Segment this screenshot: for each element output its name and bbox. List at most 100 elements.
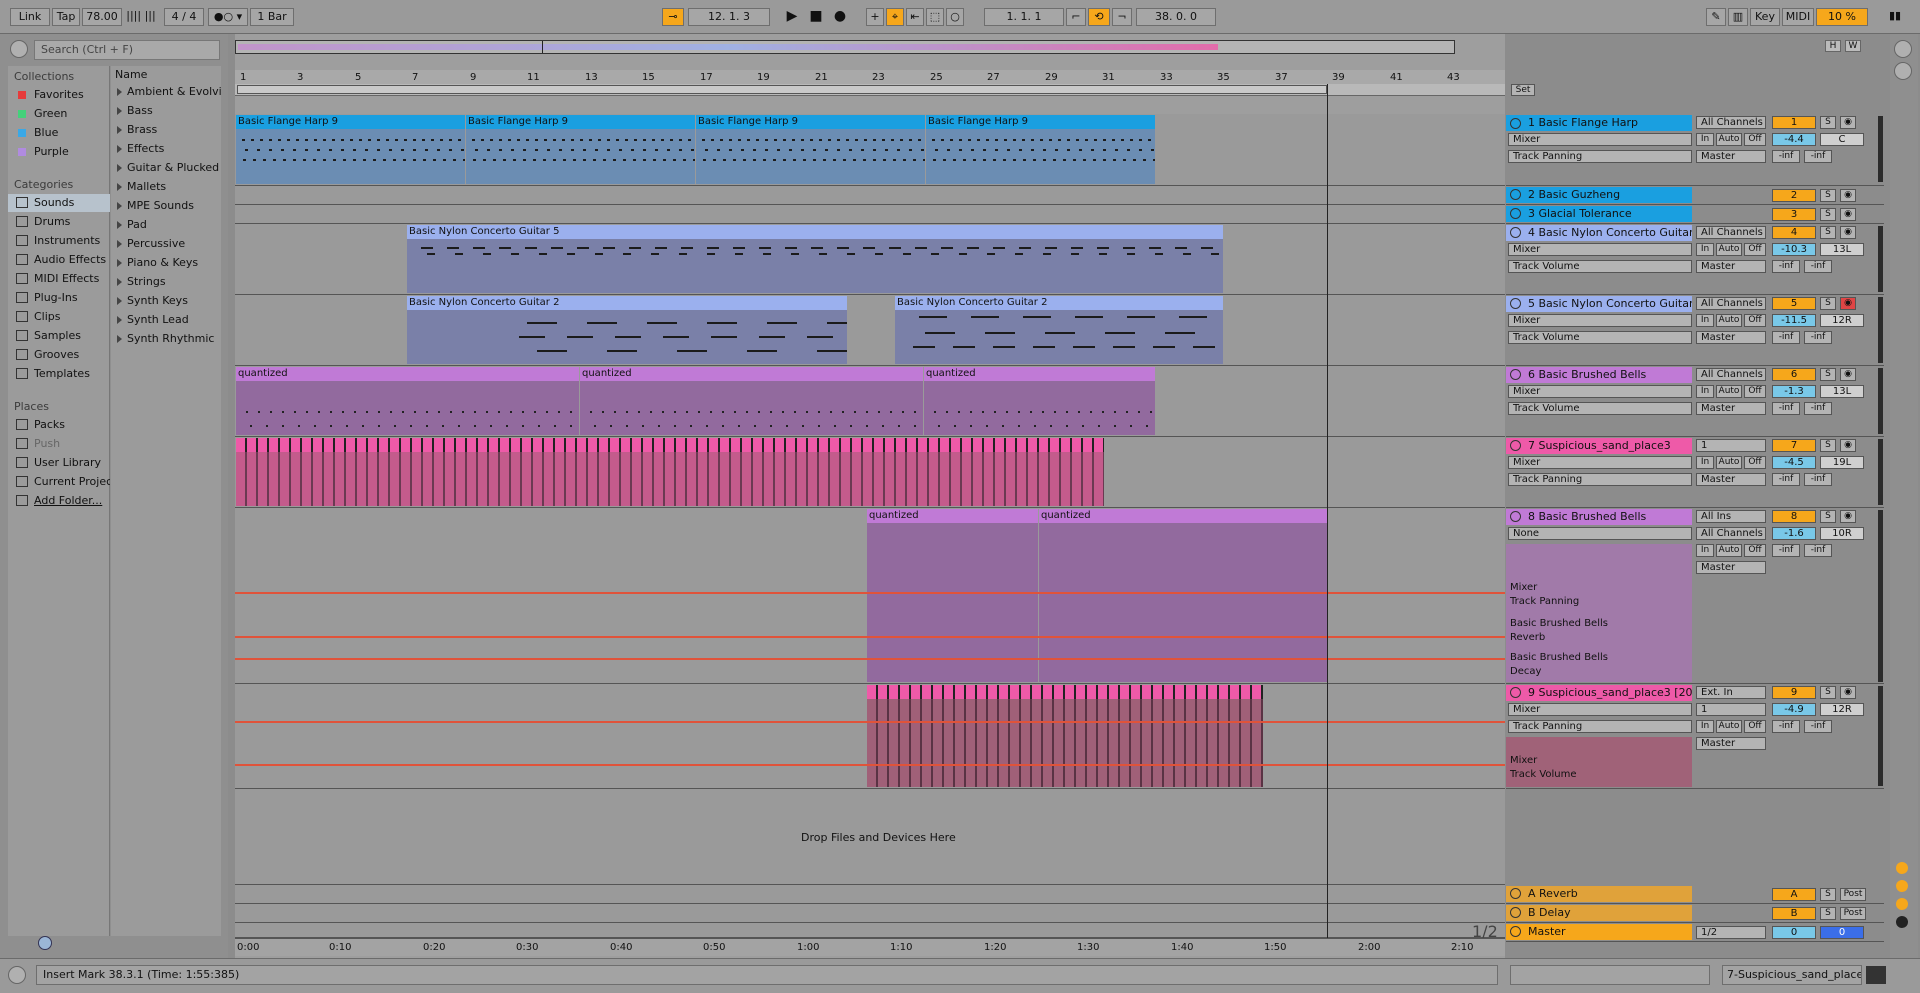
monitor-off[interactable]: Off bbox=[1744, 133, 1766, 146]
loop-region[interactable] bbox=[237, 85, 1327, 94]
category-samples[interactable]: Samples bbox=[8, 327, 110, 345]
time-signature[interactable]: 4 / 4 bbox=[164, 8, 204, 26]
lane-track-4[interactable]: Basic Nylon Concerto Guitar 5 bbox=[235, 224, 1505, 295]
monitor-auto[interactable]: Auto bbox=[1716, 385, 1742, 398]
collection-green[interactable]: Green bbox=[8, 105, 110, 123]
audio-clips[interactable] bbox=[236, 438, 1104, 506]
fold-icon[interactable] bbox=[1510, 227, 1521, 238]
list-item[interactable]: Mallets bbox=[111, 177, 221, 196]
list-item[interactable]: Percussive bbox=[111, 234, 221, 253]
overdub-icon[interactable]: + bbox=[866, 8, 884, 26]
list-item[interactable]: Synth Lead bbox=[111, 310, 221, 329]
solo-button[interactable]: S bbox=[1820, 686, 1836, 699]
output-routing[interactable]: Master bbox=[1696, 561, 1766, 574]
post-button[interactable]: Post bbox=[1840, 907, 1866, 920]
track-title[interactable]: 5 Basic Nylon Concerto Guitar bbox=[1506, 296, 1692, 312]
beat-ruler[interactable]: 1 3 5 7 9 11 13 15 17 19 21 23 25 27 29 … bbox=[235, 70, 1505, 84]
play-icon[interactable]: ▶ bbox=[784, 8, 800, 26]
loop-length[interactable]: 38. 0. 0 bbox=[1136, 8, 1216, 26]
category-drums[interactable]: Drums bbox=[8, 213, 110, 231]
mixer-visibility-icon[interactable] bbox=[1896, 898, 1908, 910]
list-item[interactable]: Strings bbox=[111, 272, 221, 291]
midi-clip[interactable]: quantized bbox=[236, 367, 579, 435]
volume-field[interactable]: 0 bbox=[1772, 926, 1816, 939]
arm-icon[interactable]: ◉ bbox=[1840, 439, 1856, 452]
input-channel[interactable]: All Channels bbox=[1696, 527, 1766, 540]
link-button[interactable]: Link bbox=[10, 8, 50, 26]
place-packs[interactable]: Packs bbox=[8, 416, 110, 434]
category-instruments[interactable]: Instruments bbox=[8, 232, 110, 250]
track-title[interactable]: 6 Basic Brushed Bells bbox=[1506, 367, 1692, 383]
capture-icon[interactable]: ⬚ bbox=[926, 8, 944, 26]
arm-icon[interactable]: ◉ bbox=[1840, 189, 1856, 202]
track-activator[interactable]: 7 bbox=[1772, 439, 1816, 452]
parameter-chooser[interactable]: Track Panning bbox=[1508, 720, 1692, 733]
set-button[interactable]: Set bbox=[1511, 84, 1535, 96]
drop-area[interactable]: Drop Files and Devices Here bbox=[235, 789, 1505, 885]
track-title[interactable]: 2 Basic Guzheng bbox=[1506, 187, 1692, 203]
list-item[interactable]: MPE Sounds bbox=[111, 196, 221, 215]
list-item[interactable]: Bass bbox=[111, 101, 221, 120]
device-chooser[interactable]: Mixer bbox=[1508, 133, 1692, 146]
monitor-off[interactable]: Off bbox=[1744, 544, 1766, 557]
device-chooser[interactable]: Mixer bbox=[1508, 703, 1692, 716]
fold-icon[interactable] bbox=[1510, 118, 1521, 129]
pan-field[interactable]: 19L bbox=[1820, 456, 1864, 469]
fold-icon[interactable] bbox=[1510, 208, 1521, 219]
input-channel[interactable]: 1 bbox=[1696, 703, 1766, 716]
midi-clip[interactable]: Basic Flange Harp 9 bbox=[236, 115, 465, 184]
monitor-in[interactable]: In bbox=[1696, 456, 1714, 469]
arm-icon[interactable]: ◉ bbox=[1840, 208, 1856, 221]
metronome-icon[interactable]: |||| ||| bbox=[126, 8, 156, 26]
fold-icon[interactable] bbox=[1510, 369, 1521, 380]
fold-icon[interactable] bbox=[1510, 888, 1521, 899]
midi-clip[interactable]: quantized bbox=[1039, 509, 1327, 682]
solo-button[interactable]: S bbox=[1820, 439, 1836, 452]
arm-icon[interactable]: ◉ bbox=[1840, 368, 1856, 381]
track-activator[interactable]: A bbox=[1772, 888, 1816, 901]
fold-icon[interactable] bbox=[1510, 189, 1521, 200]
punch-out-icon[interactable]: ¬ bbox=[1112, 8, 1132, 26]
output-routing[interactable]: Master bbox=[1696, 150, 1766, 163]
collection-purple[interactable]: Purple bbox=[8, 143, 110, 161]
midi-clip[interactable]: quantized bbox=[580, 367, 923, 435]
lane-track-7[interactable] bbox=[235, 437, 1505, 508]
collection-favorites[interactable]: Favorites bbox=[8, 86, 110, 104]
device-chooser[interactable]: Mixer bbox=[1508, 385, 1692, 398]
midi-clip[interactable]: Basic Nylon Concerto Guitar 2 bbox=[895, 296, 1223, 364]
place-user-library[interactable]: User Library bbox=[8, 454, 110, 472]
parameter-chooser[interactable]: Track Panning bbox=[1508, 473, 1692, 486]
session-record-icon[interactable]: ○ bbox=[946, 8, 964, 26]
output-routing[interactable]: Master bbox=[1696, 473, 1766, 486]
midi-clip[interactable]: Basic Nylon Concerto Guitar 5 bbox=[407, 225, 1223, 293]
volume-field[interactable]: -1.3 bbox=[1772, 385, 1816, 398]
collection-blue[interactable]: Blue bbox=[8, 124, 110, 142]
place-current-project[interactable]: Current Project bbox=[8, 473, 110, 491]
tempo-field[interactable]: 78.00 bbox=[82, 8, 122, 26]
output-routing[interactable]: Master bbox=[1696, 737, 1766, 750]
monitor-auto[interactable]: Auto bbox=[1716, 314, 1742, 327]
parameter-chooser[interactable]: Track Panning bbox=[1508, 150, 1692, 163]
monitor-off[interactable]: Off bbox=[1744, 385, 1766, 398]
browser-toggle-icon[interactable] bbox=[10, 40, 28, 58]
post-button[interactable]: Post bbox=[1840, 888, 1866, 901]
midi-clip[interactable]: Basic Flange Harp 9 bbox=[466, 115, 695, 184]
preview-icon[interactable] bbox=[38, 936, 52, 950]
solo-button[interactable]: S bbox=[1820, 510, 1836, 523]
volume-field[interactable]: -1.6 bbox=[1772, 527, 1816, 540]
info-toggle-icon[interactable] bbox=[1894, 40, 1912, 58]
list-item[interactable]: Guitar & Plucked bbox=[111, 158, 221, 177]
list-item[interactable]: Brass bbox=[111, 120, 221, 139]
automation-line[interactable] bbox=[235, 764, 1505, 766]
solo-button[interactable]: S bbox=[1820, 208, 1836, 221]
pan-field[interactable]: 12R bbox=[1820, 703, 1864, 716]
track-activator[interactable]: 8 bbox=[1772, 510, 1816, 523]
category-sounds[interactable]: Sounds bbox=[8, 194, 110, 212]
arm-icon[interactable]: ◉ bbox=[1840, 510, 1856, 523]
parameter-chooser[interactable]: Track Volume bbox=[1508, 331, 1692, 344]
arm-icon[interactable]: ◉ bbox=[1840, 226, 1856, 239]
volume-field[interactable]: -4.9 bbox=[1772, 703, 1816, 716]
solo-button[interactable]: S bbox=[1820, 888, 1836, 901]
width-button[interactable]: W bbox=[1845, 40, 1861, 52]
arrangement-position-icon[interactable]: ⊸ bbox=[662, 8, 684, 26]
